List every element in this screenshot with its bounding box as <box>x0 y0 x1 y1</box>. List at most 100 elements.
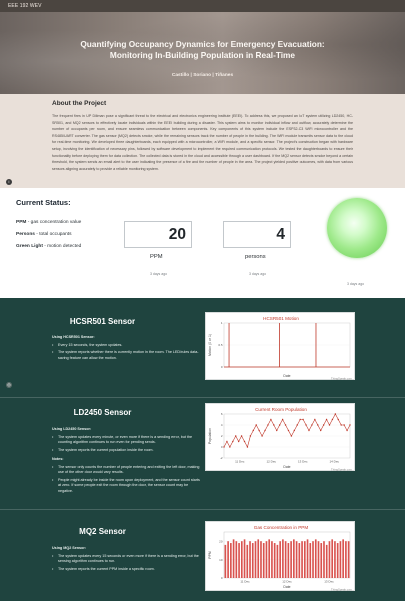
chart-title: HCSR501 Motion <box>263 316 299 321</box>
hcsr501-description: Using HCSR501 Sensor: Every 15 seconds, … <box>52 335 202 363</box>
chart-bar <box>320 543 323 578</box>
hcsr501-section: HCSR501 Sensor Using HCSR501 Sensor: Eve… <box>0 298 405 397</box>
chart-bar <box>317 541 320 578</box>
info-icon[interactable]: i <box>6 179 12 185</box>
chart-bar <box>347 541 350 578</box>
chart-point <box>235 435 237 437</box>
chart-point <box>325 418 328 421</box>
legend-persons-desc: - total occupants <box>34 232 72 237</box>
hcsr501-chart[interactable]: HCSR501 Motion Motion (0 or 1) Date ThingSp… <box>205 312 355 381</box>
chart-bar <box>293 539 295 578</box>
chart-point <box>273 424 275 426</box>
chart-bar <box>238 543 240 578</box>
list-item: The sensor only counts the number of peo… <box>52 465 202 476</box>
legend-ppm-desc: - gas concentration value <box>26 220 82 225</box>
chart-ytick-label: 2 <box>221 434 223 438</box>
chart-point <box>240 435 243 437</box>
chart-bar <box>303 541 306 578</box>
chart-bar <box>249 541 251 578</box>
chart-ytick-label: 0 <box>221 576 223 580</box>
list-item: The system updates every 15 seconds or e… <box>52 554 202 565</box>
chart-bar <box>273 543 276 578</box>
ld2450-notes-title: Notes: <box>52 457 64 461</box>
chart-ytick-label: 4 <box>221 423 223 427</box>
chart-xlabel: Date <box>283 465 290 469</box>
chart-bar <box>243 539 246 578</box>
chart-ytick-label: -2 <box>220 456 223 460</box>
chart-bar <box>254 541 257 578</box>
chart-bar <box>295 541 298 578</box>
chart-point <box>270 418 272 421</box>
chart-xtick-label: 13 Dec <box>324 580 334 584</box>
legend-persons-term: Persons <box>16 232 35 237</box>
about-heading: About the Project <box>52 100 107 107</box>
chart-bar <box>328 541 331 578</box>
chart-point <box>232 440 234 443</box>
chart-point <box>267 424 269 426</box>
browser-tab-bar: EEE 192 WEV <box>0 0 405 12</box>
chart-bar <box>279 541 281 578</box>
legend-light-term: Green Light <box>16 244 43 249</box>
persons-label: persons <box>245 254 266 260</box>
chart-bar <box>284 541 287 578</box>
status-heading: Current Status: <box>16 198 71 207</box>
chart-bar <box>325 544 328 578</box>
mq2-intro: Using MQ2 Sensor: <box>52 546 87 550</box>
page-title-line-2: Monitoring In-Building Population in Rea… <box>109 50 296 60</box>
chart-ytick-label: 20 <box>219 539 223 543</box>
chart-point <box>317 424 319 426</box>
chart-xtick-label: 14 Dec <box>329 460 339 464</box>
chart-bar <box>282 539 284 578</box>
chart-bar <box>257 539 260 578</box>
mq2-chart[interactable]: Gas Concentration in PPM PPM Date ThingSpea… <box>205 521 355 592</box>
ld2450-section: LD2450 Sensor Using LD2450 Sensor: The s… <box>0 397 405 509</box>
chart-bar <box>232 539 235 578</box>
light-updated: 3 days ago <box>347 282 365 286</box>
chart-bar <box>323 541 325 578</box>
chart-bar <box>262 543 265 578</box>
list-item: The system reports the current PPM insid… <box>52 567 202 573</box>
chart-point <box>331 418 334 421</box>
chart-bar <box>276 544 279 578</box>
chart-svg: HCSR501 Motion Motion (0 or 1) Date ThingSp… <box>208 316 353 381</box>
chart-point <box>328 424 331 426</box>
chart-bar <box>301 541 303 578</box>
chart-point <box>340 424 342 426</box>
chart-bar <box>246 544 249 578</box>
chart-footer: ThingSpeak.com <box>331 468 353 472</box>
chart-ytick-label: 0 <box>221 365 223 369</box>
chart-bar <box>240 541 243 578</box>
chart-point <box>226 440 228 443</box>
ld2450-intro: Using LD2450 Sensor: <box>52 427 92 431</box>
chart-bar <box>336 543 339 578</box>
ld2450-chart[interactable]: Current Room Population Population Date Thi… <box>205 403 355 472</box>
chart-ylabel: Motion (0 or 1) <box>208 334 212 356</box>
chart-point <box>255 424 257 426</box>
chart-xtick-label: 12 Dec <box>282 580 292 584</box>
chart-point <box>281 418 284 421</box>
chart-bar <box>224 544 227 578</box>
chart-ylabel: PPM <box>208 551 212 559</box>
legend-green-light: Green Light - motion detected <box>16 244 81 249</box>
chart-bar <box>227 541 229 578</box>
legend-ppm-term: PPM <box>16 220 27 225</box>
ld2450-title: LD2450 Sensor <box>73 408 132 417</box>
section-divider <box>0 509 405 510</box>
hcsr501-title: HCSR501 Sensor <box>69 317 136 326</box>
chart-bar <box>298 543 301 578</box>
chart-svg: Gas Concentration in PPM PPM Date ThingSpea… <box>208 525 353 592</box>
chart-point <box>346 429 348 432</box>
ppm-updated: 3 days ago <box>150 272 168 276</box>
chart-xtick-label: 12 Dec <box>266 460 276 464</box>
chart-bar <box>287 543 290 578</box>
chart-bar <box>260 541 262 578</box>
tab-label[interactable]: EEE 192 WEV <box>8 3 42 9</box>
mq2-title: MQ2 Sensor <box>79 527 126 536</box>
chart-bar <box>290 541 292 578</box>
list-item: The system reports the current populatio… <box>52 448 202 454</box>
chart-point <box>343 424 345 426</box>
chart-bar <box>268 539 271 578</box>
chart-point <box>311 424 313 426</box>
persons-readout: 4 <box>223 221 291 248</box>
camera-icon[interactable]: ◎ <box>6 382 12 388</box>
